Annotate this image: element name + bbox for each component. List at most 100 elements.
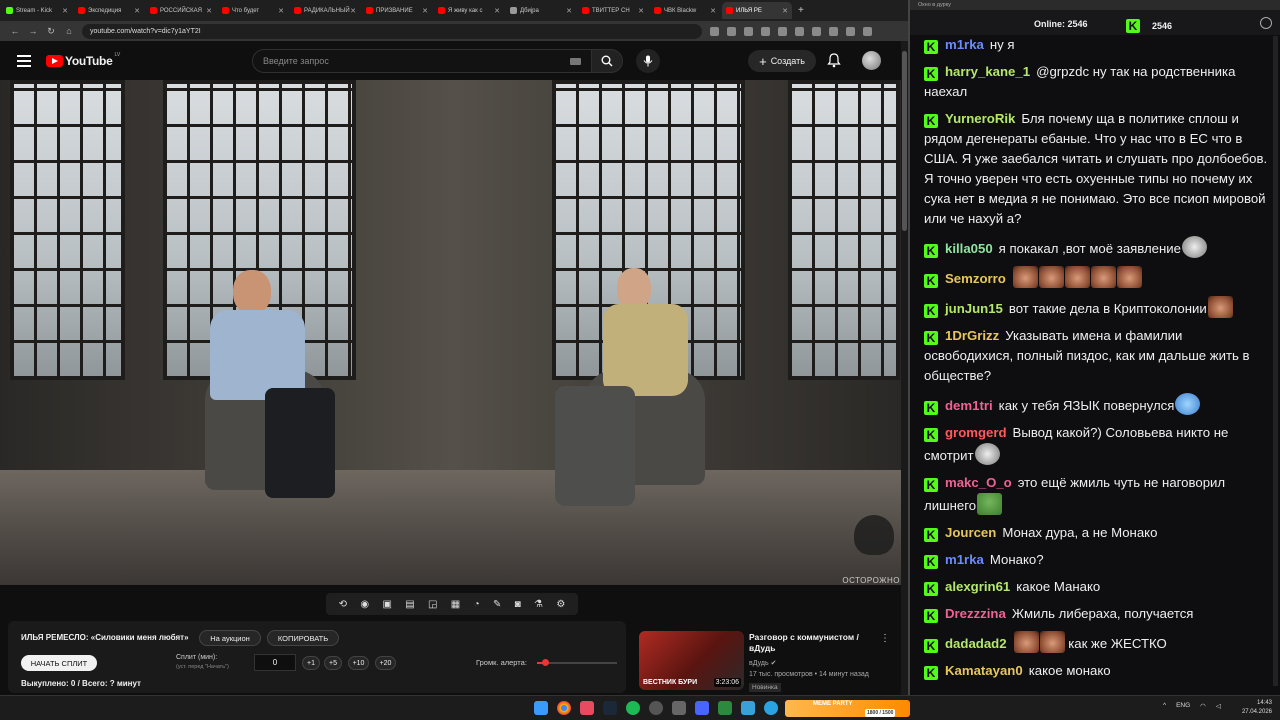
frames-icon[interactable]: ▦ — [451, 599, 460, 610]
extension-icon[interactable] — [778, 26, 787, 36]
chrome-icon[interactable] — [557, 701, 571, 715]
extension-icon[interactable] — [710, 26, 719, 36]
browser-tab[interactable]: Экспедиция ✕ — [74, 2, 144, 19]
chat-username[interactable]: Drezzzina — [945, 606, 1006, 621]
chevron-up-icon[interactable]: ^ — [1163, 702, 1166, 710]
chat-username[interactable]: m1rka — [945, 37, 984, 52]
tab-close-icon[interactable]: ✕ — [566, 7, 572, 15]
chat-scrollbar[interactable] — [1273, 36, 1278, 686]
tab-close-icon[interactable]: ✕ — [782, 7, 788, 15]
browser-tab[interactable]: РАДИКАЛЬНЫЙ ✕ — [290, 2, 360, 19]
video-title[interactable]: Разговор с коммунистом / вДудь — [749, 632, 879, 654]
extension-icon[interactable] — [744, 26, 753, 36]
browser-tab[interactable]: ПРИЗВАНИЕ ✕ — [362, 2, 432, 19]
tab-close-icon[interactable]: ✕ — [494, 7, 500, 15]
add-5-button[interactable]: +5 — [324, 656, 342, 670]
wifi-icon[interactable]: ◠ — [1200, 702, 1206, 710]
chat-username[interactable]: YurneroRik — [945, 111, 1015, 126]
tab-close-icon[interactable]: ✕ — [710, 7, 716, 15]
add-1-button[interactable]: +1 — [302, 656, 320, 670]
app-icon[interactable] — [695, 701, 709, 715]
page-scrollbar[interactable] — [901, 41, 908, 695]
video-thumbnail[interactable]: ВЕСТНИК БУРИ 3:23:06 — [639, 631, 744, 690]
extension-icon[interactable] — [812, 26, 821, 36]
tab-close-icon[interactable]: ✕ — [134, 7, 140, 15]
volume-icon[interactable]: ◁ — [1216, 702, 1221, 710]
voice-search-button[interactable] — [636, 49, 660, 73]
browser-tab[interactable]: РОССИЙСКАЯ ✕ — [146, 2, 216, 19]
menu-icon[interactable] — [17, 54, 31, 67]
more-options-icon[interactable]: ⋮ — [880, 633, 890, 644]
reload-icon[interactable]: ↻ — [42, 26, 60, 37]
browser-tab[interactable]: ЧВК Blackw ✕ — [650, 2, 720, 19]
copy-button[interactable]: КОПИРОВАТЬ — [267, 630, 339, 646]
tab-close-icon[interactable]: ✕ — [422, 7, 428, 15]
film-icon[interactable]: ▤ — [405, 599, 414, 610]
broadcast-icon[interactable]: ◉ — [360, 599, 369, 610]
tab-close-icon[interactable]: ✕ — [350, 7, 356, 15]
back-icon[interactable]: ← — [6, 26, 24, 36]
extension-icon[interactable] — [829, 26, 838, 36]
auction-button[interactable]: На аукцион — [199, 630, 261, 646]
channel-name[interactable]: вДудь ✔ — [749, 659, 776, 667]
search-input[interactable]: Введите запрос — [252, 49, 592, 73]
forward-icon[interactable]: → — [24, 26, 42, 36]
chat-username[interactable]: dem1tri — [945, 398, 993, 413]
search-button[interactable] — [591, 49, 623, 73]
browser-tab[interactable]: Что будет ✕ — [218, 2, 288, 19]
chat-username[interactable]: Jourcen — [945, 525, 996, 540]
chat-username[interactable]: Semzorro — [945, 271, 1006, 286]
camera-icon[interactable]: ◙ — [515, 599, 521, 610]
chat-username[interactable]: makc_O_o — [945, 475, 1012, 490]
flask-icon[interactable]: ⚗ — [534, 599, 543, 610]
tab-close-icon[interactable]: ✕ — [638, 7, 644, 15]
clock[interactable]: 14:43 27.04.2026 — [1242, 699, 1272, 717]
browser-tab[interactable]: ТВИТТЕР СН ✕ — [578, 2, 648, 19]
youtube-logo[interactable]: YouTube LV — [46, 52, 120, 68]
app-icon[interactable] — [672, 701, 686, 715]
screen-icon[interactable]: ▣ — [382, 599, 391, 610]
extension-icon[interactable] — [727, 26, 736, 36]
app-icon[interactable] — [580, 701, 594, 715]
alert-volume-slider[interactable] — [537, 659, 617, 666]
meme-party-widget[interactable]: MEME PARTY 1800 / 1500 — [785, 700, 910, 717]
loop-icon[interactable]: ⟲ — [339, 599, 347, 610]
extension-icon[interactable] — [795, 26, 804, 36]
scrollbar-thumb[interactable] — [902, 51, 907, 231]
chat-username[interactable]: alexgrin61 — [945, 579, 1010, 594]
clip-icon[interactable]: ✎ — [493, 599, 501, 610]
chat-username[interactable]: 1DrGrizz — [945, 328, 999, 343]
extension-icon[interactable] — [761, 26, 770, 36]
split-minutes-input[interactable]: 0 — [254, 654, 296, 671]
bell-icon[interactable] — [827, 53, 841, 68]
browser-tab[interactable]: ИЛЬЯ РЕ ✕ — [722, 2, 792, 19]
app-icon[interactable] — [741, 701, 755, 715]
tab-close-icon[interactable]: ✕ — [62, 7, 68, 15]
extension-icon[interactable] — [863, 26, 872, 36]
chat-username[interactable]: harry_kane_1 — [945, 64, 1030, 79]
windows-start-icon[interactable] — [534, 701, 548, 715]
chat-username[interactable]: junJun15 — [945, 301, 1003, 316]
browser-tab[interactable]: Stream - Kick ✕ — [2, 2, 72, 19]
telegram-icon[interactable] — [764, 701, 778, 715]
browser-tab[interactable]: Я живу как с ✕ — [434, 2, 504, 19]
picture-icon[interactable]: ◲ — [428, 599, 437, 610]
video-player[interactable]: ОСТОРОЖНО — [0, 80, 904, 585]
app-icon[interactable] — [649, 701, 663, 715]
app-icon[interactable] — [718, 701, 732, 715]
chat-username[interactable]: dadadad2 — [945, 636, 1007, 651]
slider-knob[interactable] — [542, 659, 549, 666]
chat-username[interactable]: m1rka — [945, 552, 984, 567]
address-bar[interactable]: youtube.com/watch?v=dic7y1aYT2I — [82, 23, 702, 39]
spotify-icon[interactable] — [626, 701, 640, 715]
recommended-video[interactable]: ВЕСТНИК БУРИ 3:23:06 Разговор с коммунис… — [639, 631, 901, 693]
chat-username[interactable]: gromgerd — [945, 425, 1007, 440]
new-tab-button[interactable]: + — [798, 5, 804, 16]
browser-tab[interactable]: Дбиjра ✕ — [506, 2, 576, 19]
chat-username[interactable]: Kamatayan0 — [945, 663, 1023, 678]
create-button[interactable]: + Создать — [748, 50, 816, 72]
extension-icon[interactable] — [846, 26, 855, 36]
tab-close-icon[interactable]: ✕ — [278, 7, 284, 15]
avatar[interactable] — [862, 51, 881, 70]
language-indicator[interactable]: ENG — [1176, 702, 1190, 710]
